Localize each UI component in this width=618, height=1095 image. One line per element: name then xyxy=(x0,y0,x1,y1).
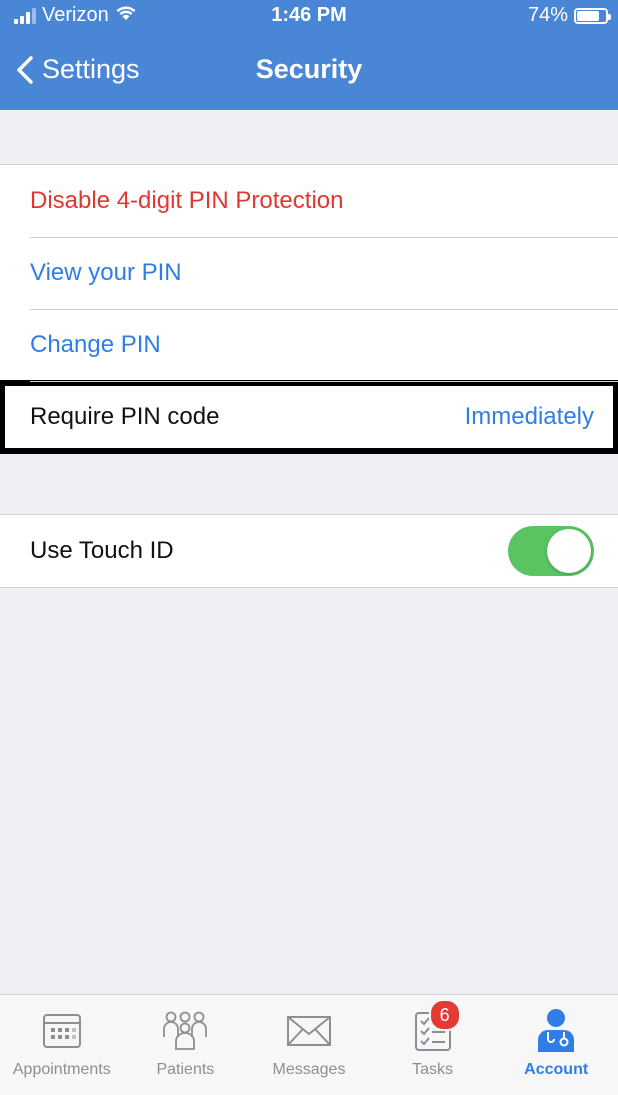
envelope-icon xyxy=(283,1005,335,1057)
tab-messages[interactable]: Messages xyxy=(247,995,370,1079)
tab-label: Messages xyxy=(272,1061,346,1078)
touch-id-label: Use Touch ID xyxy=(30,537,174,564)
touch-id-group: Use Touch ID xyxy=(0,514,618,588)
tab-label: Appointments xyxy=(12,1061,111,1078)
tab-bar: Appointments Patients Messages 6 Tasks A… xyxy=(0,994,618,1095)
header: Verizon 1:46 PM 74% Settings Security xyxy=(0,0,618,110)
status-time: 1:46 PM xyxy=(271,4,347,26)
checklist-icon: 6 xyxy=(407,999,461,1057)
disable-pin-label: Disable 4-digit PIN Protection xyxy=(30,187,344,214)
chevron-left-icon xyxy=(14,55,36,85)
tab-patients[interactable]: Patients xyxy=(124,995,247,1079)
doctor-icon xyxy=(530,1005,582,1057)
battery-icon xyxy=(574,7,611,24)
tab-label: Patients xyxy=(156,1061,215,1078)
tab-label: Tasks xyxy=(412,1061,454,1078)
battery-percent: 74% xyxy=(527,4,568,26)
toggle-knob xyxy=(547,529,591,573)
touch-id-row: Use Touch ID xyxy=(0,515,618,587)
tasks-badge: 6 xyxy=(428,999,461,1031)
calendar-icon xyxy=(36,1005,88,1057)
battery-status: 74% xyxy=(527,4,611,27)
require-pin-row[interactable]: Require PIN code Immediately xyxy=(0,380,618,454)
tab-account[interactable]: Account xyxy=(495,995,618,1079)
tab-tasks[interactable]: 6 Tasks xyxy=(371,995,494,1079)
status-bar: Verizon 1:46 PM 74% xyxy=(0,0,618,36)
battery-fill xyxy=(577,10,600,21)
view-pin-label: View your PIN xyxy=(30,259,182,286)
change-pin-button[interactable]: Change PIN xyxy=(0,309,618,381)
back-label: Settings xyxy=(42,54,140,84)
require-pin-value: Immediately xyxy=(464,403,594,430)
tab-label: Account xyxy=(524,1061,589,1078)
people-icon xyxy=(159,1005,211,1057)
view-pin-button[interactable]: View your PIN xyxy=(0,237,618,309)
tab-appointments[interactable]: Appointments xyxy=(0,995,123,1079)
nav-bar: Settings Security xyxy=(0,40,618,104)
pin-settings-group: Disable 4-digit PIN Protection View your… xyxy=(0,164,618,454)
back-button[interactable]: Settings xyxy=(14,54,140,85)
require-pin-label: Require PIN code xyxy=(30,403,220,430)
change-pin-label: Change PIN xyxy=(30,331,161,358)
touch-id-toggle[interactable] xyxy=(508,526,594,576)
disable-pin-button[interactable]: Disable 4-digit PIN Protection xyxy=(0,165,618,237)
